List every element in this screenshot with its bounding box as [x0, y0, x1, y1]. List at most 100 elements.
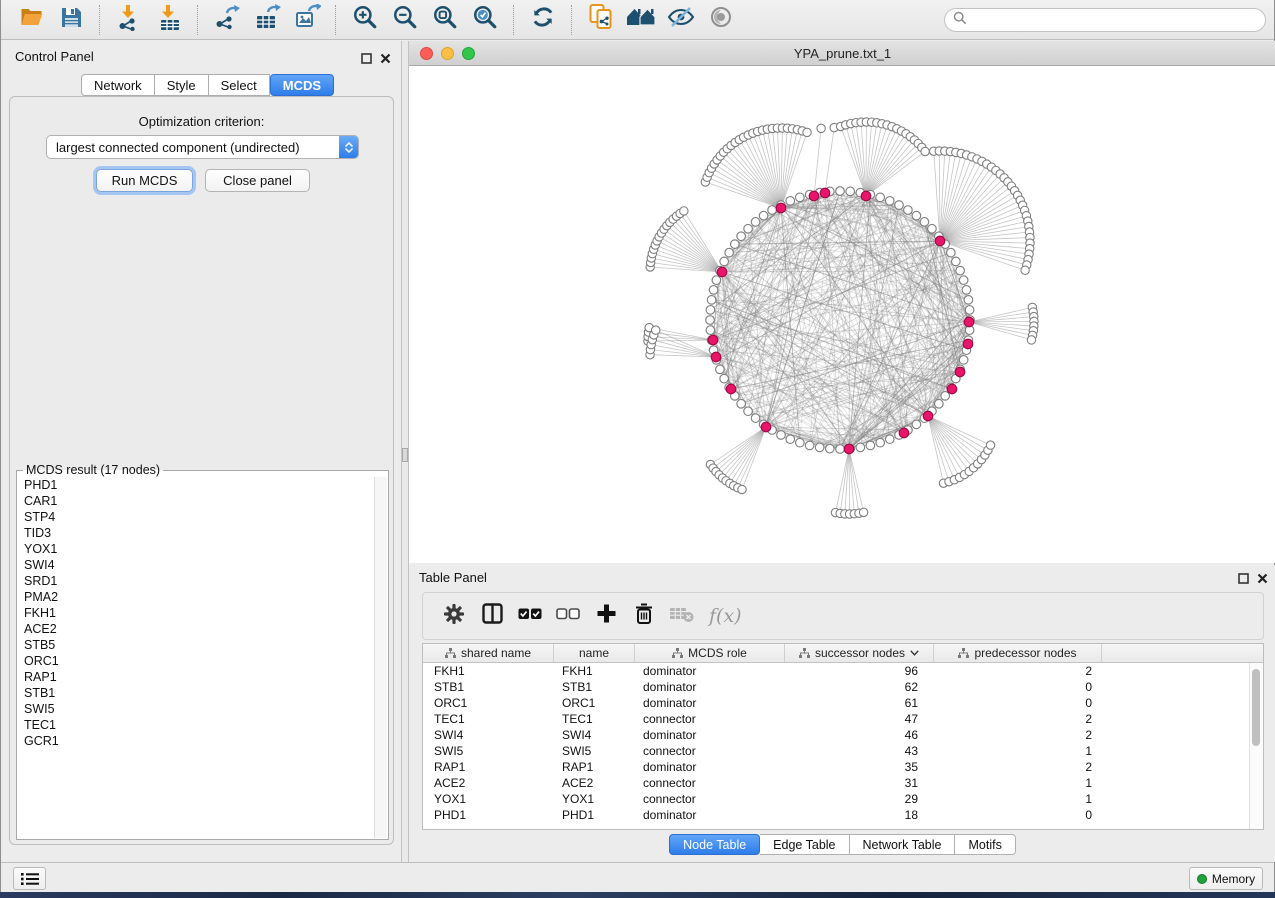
mcds-result-item[interactable]: ACE2 — [18, 621, 387, 637]
table-cell[interactable]: SWI5 — [554, 744, 635, 758]
table-cell[interactable]: dominator — [635, 808, 785, 822]
table-cell[interactable]: FKH1 — [423, 664, 554, 678]
network-window-titlebar[interactable]: YPA_prune.txt_1 — [409, 41, 1275, 66]
mcds-result-item[interactable]: PHD1 — [18, 477, 387, 493]
table-row[interactable]: ORC1ORC1dominator610 — [423, 695, 1263, 711]
table-row[interactable]: ACE2ACE2connector311 — [423, 775, 1263, 791]
table-cell[interactable]: SWI4 — [554, 728, 635, 742]
network-node[interactable] — [920, 218, 929, 227]
table-cell[interactable]: STB1 — [423, 680, 554, 694]
mcds-node[interactable] — [820, 188, 830, 198]
network-leaf-node[interactable] — [1021, 266, 1029, 274]
mcds-result-item[interactable]: FKH1 — [18, 605, 387, 621]
mcds-result-item[interactable]: PMA2 — [18, 589, 387, 605]
network-node[interactable] — [952, 257, 961, 266]
network-node[interactable] — [885, 435, 894, 444]
network-node[interactable] — [744, 224, 753, 233]
network-node[interactable] — [856, 443, 865, 452]
table-cell[interactable]: 0 — [934, 808, 1102, 822]
column-header-shared-name[interactable]: shared name — [423, 644, 554, 662]
export-image-button[interactable] — [290, 4, 324, 36]
zoom-fit-button[interactable] — [428, 4, 462, 36]
function-builder-button[interactable]: f(x) — [709, 605, 742, 627]
network-node[interactable] — [731, 240, 740, 249]
mcds-node[interactable] — [776, 203, 786, 213]
mcds-node[interactable] — [844, 444, 854, 454]
table-cell[interactable]: STB1 — [554, 680, 635, 694]
network-node[interactable] — [786, 435, 795, 444]
table-cell[interactable]: dominator — [635, 680, 785, 694]
network-node[interactable] — [962, 286, 971, 295]
table-cell[interactable]: ORC1 — [554, 696, 635, 710]
network-node[interactable] — [836, 445, 845, 454]
table-cell[interactable]: 1 — [934, 792, 1102, 806]
mcds-result-item[interactable]: STP4 — [18, 509, 387, 525]
table-cell[interactable]: 61 — [785, 696, 934, 710]
network-node[interactable] — [720, 257, 729, 266]
table-cell[interactable]: dominator — [635, 728, 785, 742]
network-node[interactable] — [876, 438, 885, 447]
table-cell[interactable]: PHD1 — [423, 808, 554, 822]
network-node[interactable] — [737, 232, 746, 241]
table-cell[interactable]: 62 — [785, 680, 934, 694]
network-node[interactable] — [706, 316, 715, 325]
show-columns-button[interactable] — [475, 599, 509, 633]
table-cell[interactable]: 2 — [934, 728, 1102, 742]
tab-network-table[interactable]: Network Table — [850, 834, 956, 855]
table-row[interactable]: PHD1PHD1dominator180 — [423, 807, 1263, 823]
optimization-criterion-select[interactable]: largest connected component (undirected) — [46, 135, 359, 159]
splitter-handle[interactable] — [402, 448, 408, 462]
network-canvas[interactable] — [409, 66, 1275, 563]
import-table-button[interactable] — [152, 4, 186, 36]
mcds-result-item[interactable]: RAP1 — [18, 669, 387, 685]
network-node[interactable] — [709, 286, 718, 295]
network-node[interactable] — [876, 193, 885, 202]
table-cell[interactable]: 0 — [934, 680, 1102, 694]
table-cell[interactable]: 96 — [785, 664, 934, 678]
table-cell[interactable]: 18 — [785, 808, 934, 822]
network-node[interactable] — [885, 197, 894, 206]
column-header-name[interactable]: name — [554, 644, 635, 662]
table-cell[interactable]: 29 — [785, 792, 934, 806]
mcds-node[interactable] — [935, 236, 945, 246]
table-cell[interactable]: connector — [635, 744, 785, 758]
table-row[interactable]: YOX1YOX1connector291 — [423, 791, 1263, 807]
table-cell[interactable]: 2 — [934, 712, 1102, 726]
table-cell[interactable]: FKH1 — [554, 664, 635, 678]
table-cell[interactable]: 2 — [934, 760, 1102, 774]
table-panel-float-button[interactable] — [1238, 571, 1250, 583]
show-all-button[interactable] — [704, 4, 738, 36]
mcds-result-item[interactable]: SWI5 — [18, 701, 387, 717]
zoom-out-button[interactable] — [388, 4, 422, 36]
table-row[interactable]: SWI4SWI4dominator462 — [423, 727, 1263, 743]
table-cell[interactable]: 2 — [934, 664, 1102, 678]
network-node[interactable] — [935, 399, 944, 408]
table-cell[interactable]: RAP1 — [423, 760, 554, 774]
network-node[interactable] — [904, 206, 913, 215]
network-leaf-node[interactable] — [859, 508, 867, 516]
network-node[interactable] — [947, 248, 956, 257]
table-cell[interactable]: ORC1 — [423, 696, 554, 710]
network-node[interactable] — [826, 444, 835, 453]
mcds-node[interactable] — [964, 317, 974, 327]
column-header-predecessor-nodes[interactable]: predecessor nodes — [934, 644, 1102, 662]
clone-network-button[interactable] — [584, 4, 618, 36]
table-cell[interactable]: TEC1 — [554, 712, 635, 726]
table-cell[interactable]: PHD1 — [554, 808, 635, 822]
mcds-list-scrollbar[interactable] — [374, 477, 387, 838]
mcds-result-item[interactable]: SRD1 — [18, 573, 387, 589]
table-cell[interactable]: 46 — [785, 728, 934, 742]
mcds-result-item[interactable]: STB1 — [18, 685, 387, 701]
table-cell[interactable]: connector — [635, 712, 785, 726]
mcds-result-item[interactable]: ORC1 — [18, 653, 387, 669]
network-node[interactable] — [965, 306, 974, 315]
table-cell[interactable]: YOX1 — [554, 792, 635, 806]
vertical-splitter[interactable] — [401, 41, 409, 862]
network-node[interactable] — [716, 365, 725, 374]
network-node[interactable] — [796, 193, 805, 202]
network-node[interactable] — [941, 392, 950, 401]
network-leaf-node[interactable] — [817, 124, 825, 132]
mcds-result-item[interactable]: SWI4 — [18, 557, 387, 573]
delete-table-button[interactable] — [665, 599, 699, 633]
mcds-result-item[interactable]: GCR1 — [18, 733, 387, 749]
